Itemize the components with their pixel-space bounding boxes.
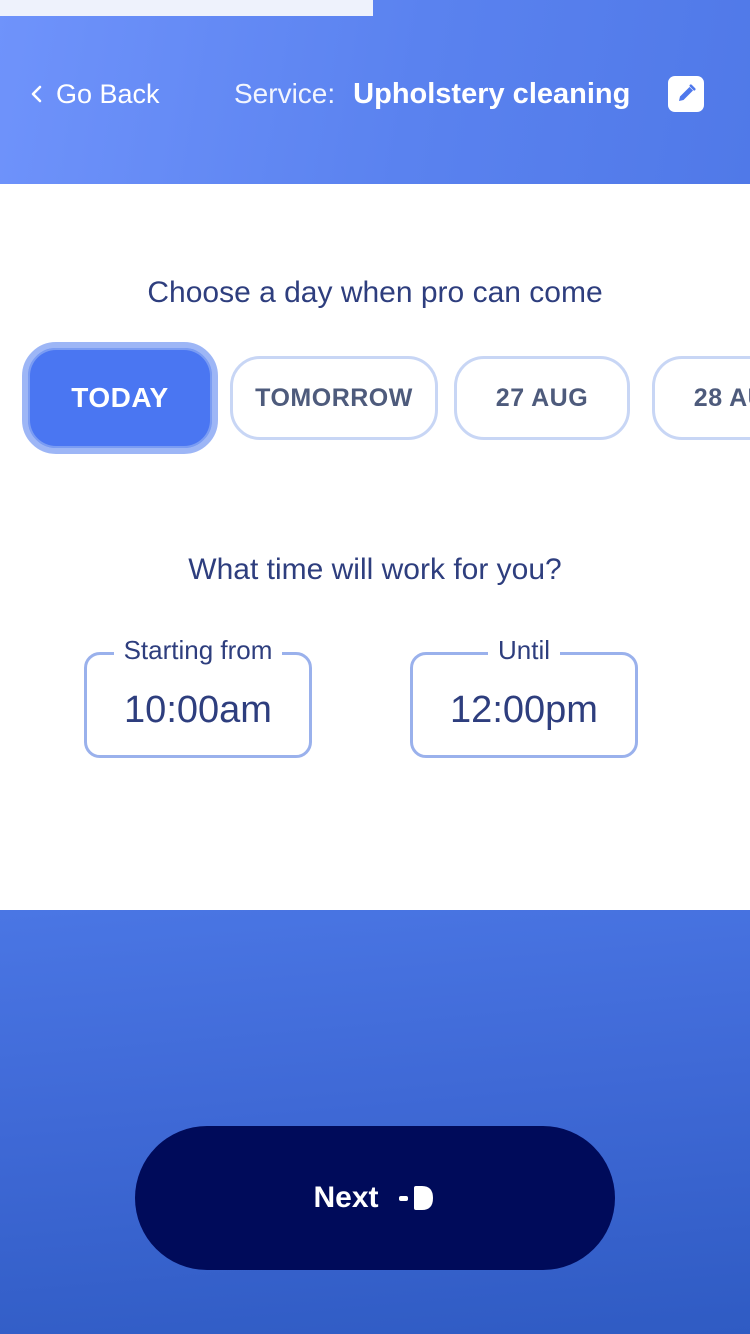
go-back-label: Go Back xyxy=(56,78,160,109)
day-selector: TODAY TOMORROW 27 AUG 28 AUG xyxy=(0,340,750,458)
end-time-value: 12:00pm xyxy=(450,689,598,731)
go-back-button[interactable]: Go Back xyxy=(26,72,160,116)
end-time-label: Until xyxy=(487,635,560,665)
day-chip-27-aug[interactable]: 27 AUG xyxy=(454,356,630,440)
service-prefix: Service: xyxy=(234,78,336,109)
progress-bar xyxy=(0,0,750,16)
end-time-legend: Until xyxy=(413,635,635,666)
service-info: Service: Upholstery cleaning xyxy=(234,72,630,116)
day-chip-tomorrow[interactable]: TOMORROW xyxy=(230,356,438,440)
next-button[interactable]: Next xyxy=(135,1126,615,1270)
next-label: Next xyxy=(313,1181,379,1214)
start-time-label: Starting from xyxy=(113,635,283,665)
footer xyxy=(0,910,750,1334)
progress-bar-fill xyxy=(0,0,373,16)
start-time-field[interactable]: Starting from 10:00am xyxy=(84,635,312,758)
time-question: What time will work for you? xyxy=(188,553,562,586)
chevron-left-icon xyxy=(31,85,42,103)
pencil-icon xyxy=(679,84,696,101)
edit-service-button[interactable] xyxy=(668,76,704,112)
service-name: Upholstery cleaning xyxy=(353,77,631,110)
day-question: Choose a day when pro can come xyxy=(147,276,603,309)
start-time-legend: Starting from xyxy=(87,635,309,666)
day-chip-28-aug[interactable]: 28 AUG xyxy=(652,356,750,440)
header: Go Back Service: Upholstery cleaning xyxy=(0,0,750,184)
end-time-field[interactable]: Until 12:00pm xyxy=(410,635,638,758)
arrow-right-icon xyxy=(398,1186,433,1210)
day-chip-today[interactable]: TODAY xyxy=(22,342,218,454)
start-time-value: 10:00am xyxy=(124,689,272,731)
